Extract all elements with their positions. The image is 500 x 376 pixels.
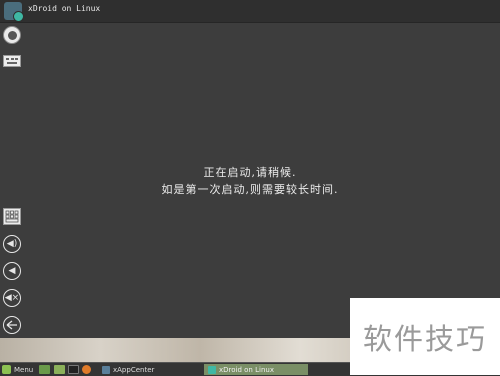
message-line-1: 正在启动,请稍候. xyxy=(203,166,297,179)
task-xdroid[interactable]: xDroid on Linux xyxy=(204,364,308,375)
show-desktop-launcher[interactable] xyxy=(39,364,50,375)
firefox-launcher[interactable] xyxy=(82,364,91,375)
mint-logo-icon xyxy=(2,365,11,374)
keyboard-button[interactable] xyxy=(3,55,21,67)
xappcenter-icon xyxy=(102,365,110,374)
keymap-button[interactable] xyxy=(3,208,21,225)
task-xappcenter[interactable]: xAppCenter xyxy=(98,364,158,375)
xdroid-window: xDroid on Linux ◀) ◀ ◀× 正在启动,请稍候. 如是第一次启… xyxy=(0,0,500,338)
message-line-2: 如是第一次启动,则需要较长时间. xyxy=(161,183,339,196)
record-icon xyxy=(7,30,17,40)
mute-icon: ◀× xyxy=(3,289,21,307)
task-label: xDroid on Linux xyxy=(219,365,274,374)
desktop-icon xyxy=(39,365,50,374)
task-label: xAppCenter xyxy=(113,365,155,374)
volume-down-icon: ◀ xyxy=(3,262,21,280)
menu-label: Menu xyxy=(14,365,34,374)
watermark: 软件技巧 xyxy=(350,298,500,375)
firefox-icon xyxy=(82,365,91,374)
volume-up-icon: ◀) xyxy=(3,235,21,253)
volume-up-button[interactable]: ◀) xyxy=(3,235,21,253)
back-icon xyxy=(3,316,21,334)
menu-button[interactable]: Menu xyxy=(2,364,33,375)
volume-down-button[interactable]: ◀ xyxy=(3,262,21,280)
terminal-launcher[interactable] xyxy=(68,364,79,375)
record-button[interactable] xyxy=(3,26,21,44)
startup-message: 正在启动,请稍候. 如是第一次启动,则需要较长时间. xyxy=(0,164,500,198)
back-button[interactable] xyxy=(3,316,21,334)
xdroid-app-icon xyxy=(4,2,24,22)
window-title: xDroid on Linux xyxy=(28,4,101,13)
keyboard-icon xyxy=(6,58,18,64)
terminal-icon xyxy=(68,365,79,374)
mute-button[interactable]: ◀× xyxy=(3,289,21,307)
window-titlebar[interactable]: xDroid on Linux xyxy=(0,0,500,23)
xdroid-icon xyxy=(208,365,216,374)
keymap-icon xyxy=(5,210,19,223)
folder-icon xyxy=(54,365,65,374)
files-launcher[interactable] xyxy=(54,364,65,375)
